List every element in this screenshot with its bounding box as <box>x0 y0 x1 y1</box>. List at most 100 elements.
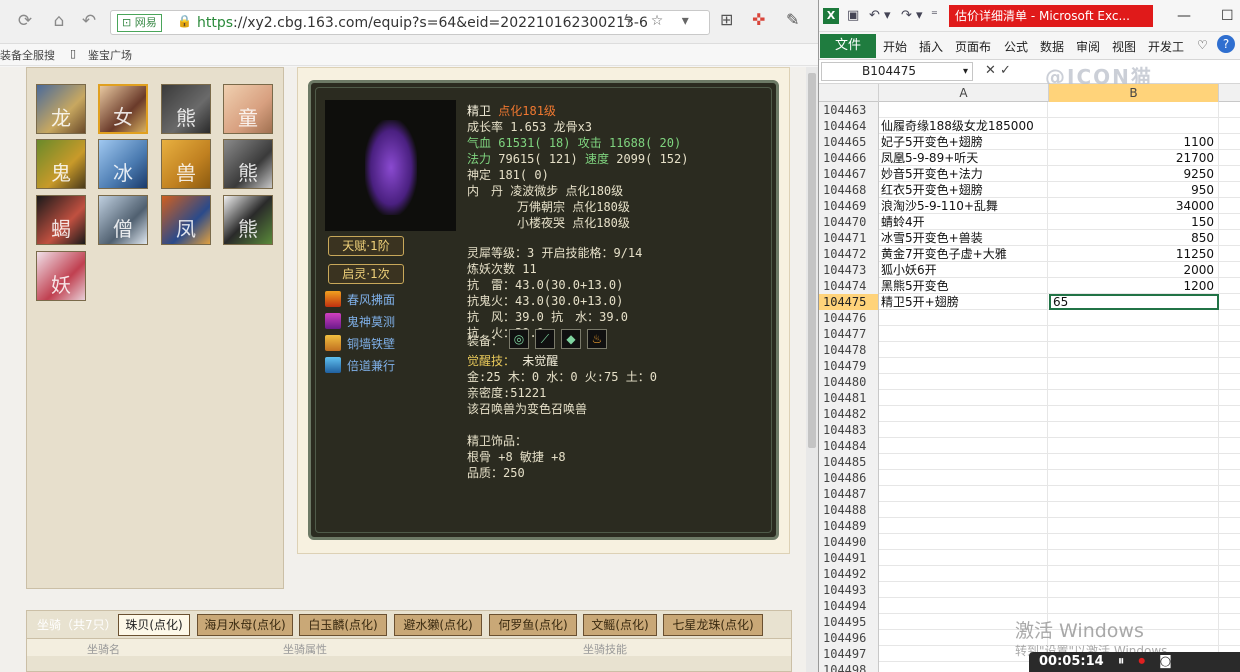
back-icon[interactable]: ↶ <box>78 10 100 32</box>
pet-thumb[interactable]: 冰 <box>98 139 148 189</box>
minimize-icon[interactable]: — <box>1177 8 1191 24</box>
cell-a[interactable] <box>879 518 1048 534</box>
tab-formulas[interactable]: 公式 <box>1004 38 1028 55</box>
row-number[interactable]: 104479 <box>819 358 879 374</box>
cell-a[interactable] <box>879 454 1048 470</box>
row-number[interactable]: 104464 <box>819 118 879 134</box>
site-verified-badge[interactable]: ⊡ 网易 <box>117 14 162 32</box>
column-header-a[interactable]: A <box>879 84 1049 102</box>
gamepad-icon[interactable]: ✜ <box>752 10 765 29</box>
cell-b[interactable]: 9250 <box>1049 166 1219 182</box>
equip-slot-icon[interactable]: ◆ <box>561 329 581 349</box>
tab-data[interactable]: 数据 <box>1040 38 1064 55</box>
cell-a[interactable] <box>879 102 1048 118</box>
cell-b[interactable] <box>1049 310 1219 326</box>
row-number[interactable]: 104496 <box>819 630 879 646</box>
cell-b[interactable] <box>1049 326 1219 342</box>
cell-a[interactable]: 冰雪5开变色+兽装 <box>879 230 1048 246</box>
cell-a[interactable] <box>879 566 1048 582</box>
skill-item[interactable]: 倍道兼行 <box>325 357 395 375</box>
equip-slot-icon[interactable]: ⟋ <box>535 329 555 349</box>
row-number[interactable]: 104473 <box>819 262 879 278</box>
cell-a[interactable]: 妙音5开变色+法力 <box>879 166 1048 182</box>
cell-a[interactable] <box>879 342 1048 358</box>
tab-mount[interactable]: 文鳐(点化) <box>583 614 657 636</box>
cell-a[interactable] <box>879 502 1048 518</box>
home-icon[interactable]: ⌂ <box>48 10 70 32</box>
row-number[interactable]: 104465 <box>819 134 879 150</box>
cell-b[interactable]: 950 <box>1049 182 1219 198</box>
pet-thumb[interactable]: 兽 <box>161 139 211 189</box>
cell-a[interactable] <box>879 582 1048 598</box>
cell-b[interactable]: 850 <box>1049 230 1219 246</box>
chevron-down-icon[interactable]: ▾ <box>682 13 689 29</box>
stop-record-icon[interactable]: ⏺ <box>1138 654 1145 669</box>
cell-b[interactable] <box>1049 406 1219 422</box>
tab-view[interactable]: 视图 <box>1112 38 1136 55</box>
row-number[interactable]: 104466 <box>819 150 879 166</box>
pet-thumb-selected[interactable]: 女 <box>98 84 148 134</box>
cell-b[interactable] <box>1049 438 1219 454</box>
cell-a[interactable]: 红衣5开变色+翅膀 <box>879 182 1048 198</box>
row-number[interactable]: 104478 <box>819 342 879 358</box>
lightning-icon[interactable]: ϟ <box>623 13 632 29</box>
equip-slot-icon[interactable]: ♨ <box>587 329 607 349</box>
row-number[interactable]: 104486 <box>819 470 879 486</box>
row-number[interactable]: 104482 <box>819 406 879 422</box>
cell-a[interactable] <box>879 390 1048 406</box>
cell-a[interactable] <box>879 438 1048 454</box>
cell-b[interactable] <box>1049 486 1219 502</box>
cell-b[interactable] <box>1049 342 1219 358</box>
skill-item[interactable]: 鬼神莫测 <box>325 313 395 331</box>
row-number[interactable]: 104498 <box>819 662 879 672</box>
star-icon[interactable]: ☆ <box>651 13 664 29</box>
tab-mount[interactable]: 七星龙珠(点化) <box>663 614 763 636</box>
help-icon[interactable]: ? <box>1217 35 1235 53</box>
cell-b[interactable] <box>1049 118 1219 134</box>
tab-review[interactable]: 审阅 <box>1076 38 1100 55</box>
cell-b[interactable] <box>1049 374 1219 390</box>
cell-b[interactable] <box>1049 582 1219 598</box>
cell-b[interactable]: 1200 <box>1049 278 1219 294</box>
cell-a[interactable]: 黑熊5开变色 <box>879 278 1048 294</box>
cell-b[interactable]: 21700 <box>1049 150 1219 166</box>
pause-icon[interactable]: ⏸ <box>1118 654 1125 669</box>
cell-a[interactable] <box>879 598 1048 614</box>
pet-thumb[interactable]: 熊 <box>223 139 273 189</box>
refresh-icon[interactable]: ⟳ <box>14 10 36 32</box>
row-number[interactable]: 104480 <box>819 374 879 390</box>
name-box[interactable]: B104475 ▾ <box>821 62 973 81</box>
talent-button[interactable]: 天赋·1阶 <box>328 236 404 256</box>
cell-b[interactable]: 2000 <box>1049 262 1219 278</box>
cell-b[interactable]: 34000 <box>1049 198 1219 214</box>
address-bar[interactable]: ⊡ 网易 🔒 https://xy2.cbg.163.com/equip?s=6… <box>110 10 710 35</box>
cell-b[interactable] <box>1049 550 1219 566</box>
cell-a[interactable]: 精卫5开+翅膀 <box>879 294 1048 310</box>
row-number[interactable]: 104493 <box>819 582 879 598</box>
pet-thumb[interactable]: 童 <box>223 84 273 134</box>
enter-icon[interactable]: ✓ <box>1000 63 1011 78</box>
cell-a[interactable]: 浪淘沙5-9-110+乱舞 <box>879 198 1048 214</box>
bookmark-item[interactable]: 装备全服搜 <box>0 47 55 63</box>
row-number[interactable]: 104472 <box>819 246 879 262</box>
chevron-down-icon[interactable]: ▾ <box>963 63 968 80</box>
tab-mount[interactable]: 避水獭(点化) <box>394 614 482 636</box>
row-number[interactable]: 104487 <box>819 486 879 502</box>
tab-mount[interactable]: 海月水母(点化) <box>197 614 293 636</box>
grid-icon[interactable]: ⊞ <box>720 10 733 29</box>
cell-a[interactable]: 凤凰5-9-89+听天 <box>879 150 1048 166</box>
cell-a[interactable]: 黄金7开变色子虚+大雅 <box>879 246 1048 262</box>
cell-a[interactable] <box>879 550 1048 566</box>
row-number[interactable]: 104481 <box>819 390 879 406</box>
select-all-corner[interactable] <box>819 84 879 102</box>
cell-b[interactable]: 11250 <box>1049 246 1219 262</box>
cell-b[interactable] <box>1049 502 1219 518</box>
row-number[interactable]: 104492 <box>819 566 879 582</box>
cell-b[interactable]: 1100 <box>1049 134 1219 150</box>
row-number[interactable]: 104467 <box>819 166 879 182</box>
tab-mount[interactable]: 何罗鱼(点化) <box>489 614 577 636</box>
cancel-icon[interactable]: ✕ <box>985 63 996 78</box>
row-number[interactable]: 104475 <box>819 294 879 310</box>
row-number[interactable]: 104483 <box>819 422 879 438</box>
row-number[interactable]: 104495 <box>819 614 879 630</box>
